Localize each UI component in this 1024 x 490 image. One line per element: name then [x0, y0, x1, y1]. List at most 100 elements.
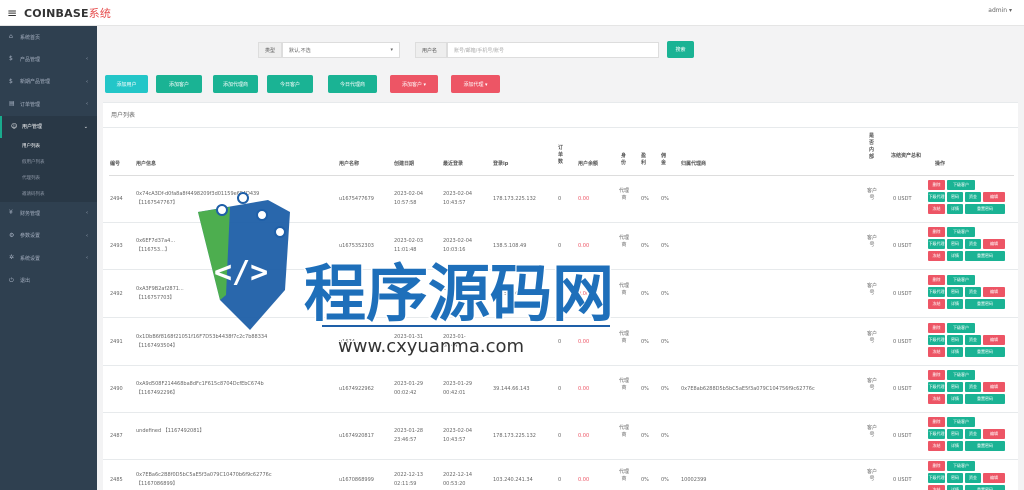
row-reset-password-button[interactable]: 重置密码: [965, 347, 1005, 357]
row-reset-password-button[interactable]: 重置密码: [965, 204, 1005, 214]
row-lower-agent-button[interactable]: 下级代理: [928, 335, 945, 345]
today-agents-button[interactable]: 今日代理商: [328, 75, 377, 93]
row-lower-level-button[interactable]: 下级客户: [947, 461, 975, 471]
row-reset-password-button[interactable]: 重置密码: [965, 299, 1005, 309]
col-balance: 用户余额: [578, 161, 599, 167]
row-frozen-fund: 0 USDT: [893, 339, 912, 345]
row-lower-agent-button[interactable]: 下级代理: [928, 473, 945, 483]
row-edit-button[interactable]: 编辑: [983, 429, 1005, 439]
row-delete-button[interactable]: 删除: [928, 180, 945, 190]
row-created-time: 00:02:42: [394, 390, 417, 396]
row-detail-button[interactable]: 详情: [947, 441, 963, 451]
row-freeze-button[interactable]: 冻结: [928, 394, 945, 404]
row-password-button[interactable]: 密码: [947, 382, 963, 392]
row-edit-button[interactable]: 编辑: [983, 239, 1005, 249]
row-edit-button[interactable]: 编辑: [983, 382, 1005, 392]
user-menu[interactable]: admin ▾: [988, 7, 1012, 14]
sidebar-item-system[interactable]: ✲ 系统设置 ‹: [0, 247, 97, 270]
row-edit-button[interactable]: 编辑: [983, 335, 1005, 345]
search-button[interactable]: 搜索: [667, 41, 694, 58]
row-detail-button[interactable]: 详情: [947, 204, 963, 214]
row-delete-button[interactable]: 删除: [928, 370, 945, 380]
row-edit-button[interactable]: 编辑: [983, 287, 1005, 297]
row-detail-button[interactable]: 详情: [947, 394, 963, 404]
row-reset-password-button[interactable]: 重置密码: [965, 441, 1005, 451]
row-freeze-button[interactable]: 冻结: [928, 251, 945, 261]
row-reset-password-button[interactable]: 重置密码: [965, 394, 1005, 404]
sidebar-item-users[interactable]: ☺ 用户管理 ⌄: [0, 115, 97, 138]
row-lower-level-button[interactable]: 下级客户: [947, 370, 975, 380]
row-delete-button[interactable]: 删除: [928, 461, 945, 471]
row-lower-agent-button[interactable]: 下级代理: [928, 239, 945, 249]
row-profit: 0%: [641, 386, 649, 392]
row-created-time: 10:57:58: [394, 200, 417, 206]
row-detail-button[interactable]: 详情: [947, 299, 963, 309]
row-lower-level-button[interactable]: 下级客户: [947, 180, 975, 190]
row-fund-button[interactable]: 资金: [965, 192, 981, 202]
row-password-button[interactable]: 密码: [947, 473, 963, 483]
row-password-button[interactable]: 密码: [947, 335, 963, 345]
sidebar-item-orders[interactable]: ▤ 订单管理 ‹: [0, 93, 97, 116]
sidebar-item-finance[interactable]: ¥ 财务管理 ‹: [0, 202, 97, 225]
row-lower-agent-button[interactable]: 下级代理: [928, 382, 945, 392]
username-input[interactable]: 账号/邮箱/手机号/账号: [447, 42, 659, 58]
sidebar-item-home[interactable]: ⌂ 系统首页: [0, 26, 97, 48]
sidebar-subitem-user-list[interactable]: 用户列表: [0, 138, 97, 154]
sidebar-item-params[interactable]: ⚙ 参数设置 ‹: [0, 225, 97, 248]
add-agent-button[interactable]: 添加代理商: [213, 75, 258, 93]
add-agent-dropdown[interactable]: 添加代理 ▾: [451, 75, 500, 93]
row-password-button[interactable]: 密码: [947, 192, 963, 202]
row-freeze-button[interactable]: 冻结: [928, 347, 945, 357]
row-delete-button[interactable]: 删除: [928, 275, 945, 285]
row-lower-level-button[interactable]: 下级客户: [947, 227, 975, 237]
row-fund-button[interactable]: 资金: [965, 335, 981, 345]
menu-toggle-icon[interactable]: ≡: [0, 0, 24, 26]
row-lower-agent-button[interactable]: 下级代理: [928, 192, 945, 202]
sidebar-subitem-invite-codes[interactable]: 邀请码列表: [0, 186, 97, 202]
row-user-name: u1670868999: [339, 477, 374, 483]
row-detail-button[interactable]: 详情: [947, 485, 963, 490]
row-lower-agent-button[interactable]: 下级代理: [928, 429, 945, 439]
row-freeze-button[interactable]: 冻结: [928, 485, 945, 490]
row-lower-level-button[interactable]: 下级客户: [947, 417, 975, 427]
sidebar-item-products[interactable]: $ 产品管理 ‹: [0, 48, 97, 71]
row-user-name: u1675477679: [339, 196, 374, 202]
row-role: 代理商: [619, 425, 630, 438]
sidebar-item-new-products[interactable]: $ 新期产品管理 ‹: [0, 71, 97, 94]
row-delete-button[interactable]: 删除: [928, 417, 945, 427]
row-fund-button[interactable]: 资金: [965, 239, 981, 249]
row-detail-button[interactable]: 详情: [947, 251, 963, 261]
user-list-panel: 用户列表 编号 用户信息 用户名称 创建日期 最近登录 登录ip 订单数 用户余…: [103, 102, 1018, 490]
add-customer-button[interactable]: 添加客户: [156, 75, 202, 93]
row-password-button[interactable]: 密码: [947, 429, 963, 439]
type-select[interactable]: 默认,不选 ▾: [282, 42, 400, 58]
row-fund-button[interactable]: 资金: [965, 429, 981, 439]
row-freeze-button[interactable]: 冻结: [928, 204, 945, 214]
row-password-button[interactable]: 密码: [947, 287, 963, 297]
row-lower-level-button[interactable]: 下级客户: [947, 275, 975, 285]
row-delete-button[interactable]: 删除: [928, 323, 945, 333]
row-fund-button[interactable]: 资金: [965, 382, 981, 392]
add-user-button[interactable]: 添加用户: [105, 75, 148, 93]
row-lower-level-button[interactable]: 下级客户: [947, 323, 975, 333]
sidebar-item-logout[interactable]: ⏻ 退出: [0, 270, 97, 293]
today-customers-button[interactable]: 今日客户: [267, 75, 313, 93]
sidebar-subitem-fake-users[interactable]: 假用户列表: [0, 154, 97, 170]
row-frozen-fund: 0 USDT: [893, 291, 912, 297]
row-delete-button[interactable]: 删除: [928, 227, 945, 237]
row-reset-password-button[interactable]: 重置密码: [965, 485, 1005, 490]
row-fund-button[interactable]: 资金: [965, 287, 981, 297]
add-customer-dropdown[interactable]: 添加客户 ▾: [390, 75, 438, 93]
sidebar-subitem-agents[interactable]: 代理列表: [0, 170, 97, 186]
top-bar: ≡ COINBASE系统 admin ▾: [0, 0, 1024, 26]
row-edit-button[interactable]: 编辑: [983, 473, 1005, 483]
row-freeze-button[interactable]: 冻结: [928, 299, 945, 309]
row-freeze-button[interactable]: 冻结: [928, 441, 945, 451]
row-edit-button[interactable]: 编辑: [983, 192, 1005, 202]
row-fund-button[interactable]: 资金: [965, 473, 981, 483]
row-password-button[interactable]: 密码: [947, 239, 963, 249]
row-login-time: 00:42:01: [443, 390, 466, 396]
row-lower-agent-button[interactable]: 下级代理: [928, 287, 945, 297]
row-reset-password-button[interactable]: 重置密码: [965, 251, 1005, 261]
row-detail-button[interactable]: 详情: [947, 347, 963, 357]
